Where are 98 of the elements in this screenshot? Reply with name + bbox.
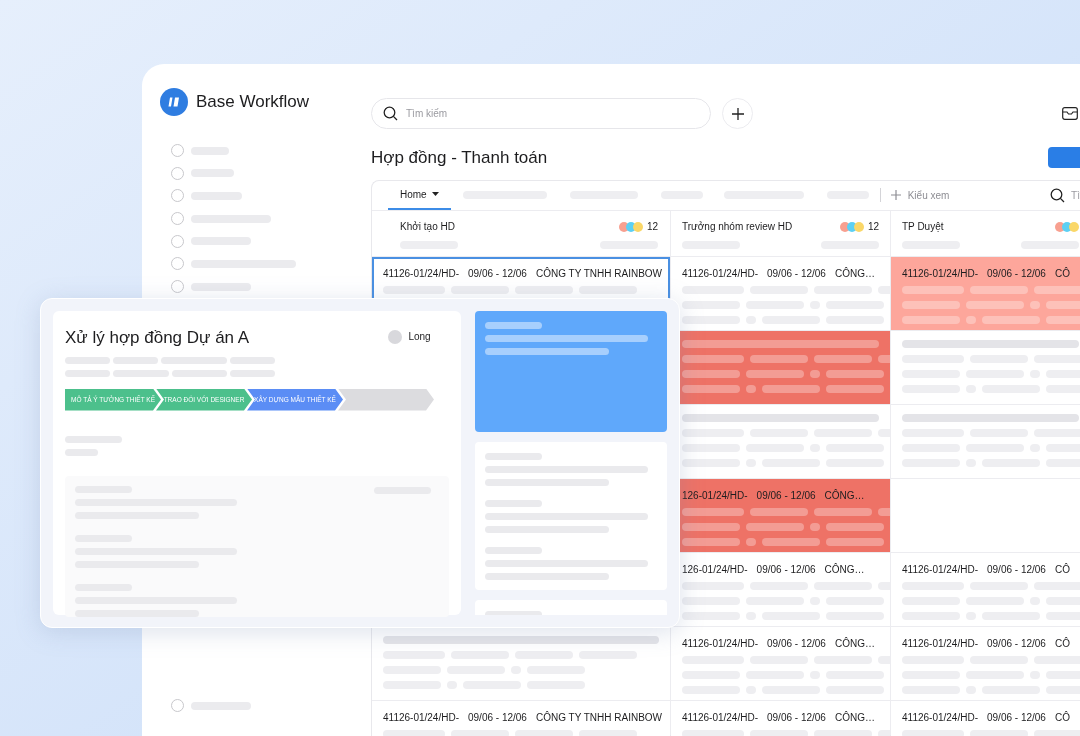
placeholder-line (750, 354, 808, 363)
record-dates: 09/06 - 12/06 (767, 636, 826, 649)
placeholder-line (814, 507, 872, 516)
placeholder-line (682, 611, 740, 620)
column-title: Khởi tạo HD (400, 220, 455, 234)
placeholder-line (682, 354, 744, 363)
placeholder-line (746, 369, 804, 378)
search-icon (383, 106, 398, 121)
record-dates: 09/06 - 12/06 (468, 710, 527, 723)
mail-icon[interactable] (1062, 107, 1078, 120)
avatar-group-icon (839, 221, 864, 232)
placeholder-line (746, 522, 804, 531)
record-code: 41126-01/24/HD- (902, 636, 978, 649)
placeholder-line (970, 285, 1028, 294)
placeholder-line (682, 315, 740, 324)
placeholder-line (191, 282, 251, 291)
action-button[interactable] (1048, 147, 1080, 169)
placeholder-line (682, 537, 740, 546)
record-dates: 09/06 - 12/06 (987, 266, 1046, 279)
search-icon (1050, 187, 1066, 203)
caret-icon (431, 192, 439, 196)
record-dates: 09/06 - 12/06 (756, 488, 816, 501)
column-title: TP Duyệt (902, 220, 944, 234)
placeholder-line (826, 384, 884, 393)
placeholder-line (966, 315, 976, 324)
placeholder-line (762, 537, 820, 546)
record-code: 126-01/24/HD- (682, 488, 748, 501)
record-code: 41126-01/24/HD- (682, 266, 758, 279)
record-dates: 09/06 - 12/06 (468, 266, 527, 279)
assignee-name: Long (408, 330, 431, 344)
task-title: Xử lý hợp đồng Dự án A (65, 327, 250, 349)
company-name: CÔNG TY TNHH RAINBOW (535, 710, 663, 723)
plus-icon (731, 107, 744, 120)
count-label: 12 (867, 220, 879, 234)
placeholder-line (682, 300, 740, 309)
company-name: CÔ (1054, 562, 1070, 575)
placeholder-line (810, 522, 820, 531)
placeholder-line (826, 369, 884, 378)
placeholder-line (826, 522, 884, 531)
record-dates: 09/06 - 12/06 (987, 636, 1046, 649)
placeholder-line (682, 522, 740, 531)
record-dates: 09/06 - 12/06 (987, 710, 1046, 723)
record-code: 41126-01/24/HD- (383, 266, 459, 279)
placeholder-line (762, 384, 820, 393)
app-name: Base Workflow (196, 91, 310, 114)
placeholder-line (746, 537, 756, 546)
record-code: 126-01/24/HD- (682, 562, 748, 575)
placeholder-line (1034, 285, 1080, 294)
company-name: CÔ (1054, 710, 1070, 723)
record-dates: 09/06 - 12/06 (767, 266, 826, 279)
placeholder-line (810, 369, 820, 378)
company-name: CÔNG… (824, 488, 865, 501)
placeholder-line (682, 369, 740, 378)
company-name: CÔNG… (834, 710, 875, 723)
record-dates: 09/06 - 12/06 (987, 562, 1046, 575)
add-view-button[interactable]: Kiểu xem (890, 187, 950, 203)
avatar-group-icon (618, 221, 643, 232)
placeholder-line (982, 315, 1040, 324)
record-code: 41126-01/24/HD- (902, 266, 978, 279)
placeholder-line (682, 428, 744, 437)
placeholder-line (682, 443, 740, 452)
company-name: CÔNG… (824, 562, 865, 575)
record-dates: 09/06 - 12/06 (756, 562, 816, 575)
company-name: CÔNG… (834, 636, 875, 649)
placeholder-line (902, 285, 964, 294)
placeholder-line (902, 300, 960, 309)
placeholder-line (682, 596, 740, 605)
placeholder-line (750, 507, 808, 516)
placeholder-line (682, 384, 740, 393)
placeholder-line (484, 322, 542, 329)
page-title: Hợp đồng - Thanh toán (371, 147, 548, 169)
avatar-icon (388, 329, 403, 344)
record-code: 41126-01/24/HD- (682, 710, 758, 723)
company-name: CÔ (1054, 266, 1070, 279)
placeholder-line (1030, 300, 1040, 309)
placeholder-line (814, 354, 872, 363)
placeholder-line (682, 507, 744, 516)
record-code: 41126-01/24/HD- (383, 710, 459, 723)
record-card[interactable]: 41126-01/24/HD- 09/06 - 12/06 CÔ (891, 256, 1080, 331)
placeholder-line (682, 458, 740, 467)
placeholder-line (902, 315, 960, 324)
company-name: CÔNG TY TNHH RAINBOW (535, 266, 663, 279)
view-tab[interactable]: Home (388, 180, 451, 210)
record-code: 41126-01/24/HD- (902, 710, 978, 723)
company-name: CÔNG… (834, 266, 875, 279)
record-dates: 09/06 - 12/06 (767, 710, 826, 723)
plus-icon (890, 190, 901, 200)
placeholder-line (966, 300, 1024, 309)
record-code: 41126-01/24/HD- (902, 562, 978, 575)
avatar-group-icon (1055, 221, 1079, 232)
company-name: CÔ (1054, 636, 1070, 649)
placeholder-line (826, 537, 884, 546)
count-label: 12 (646, 220, 658, 234)
column-title: Trưởng nhóm review HD (682, 220, 793, 234)
placeholder-line (746, 384, 756, 393)
record-code: 41126-01/24/HD- (682, 636, 758, 649)
logo-icon (160, 88, 188, 116)
placeholder-line (682, 581, 744, 590)
